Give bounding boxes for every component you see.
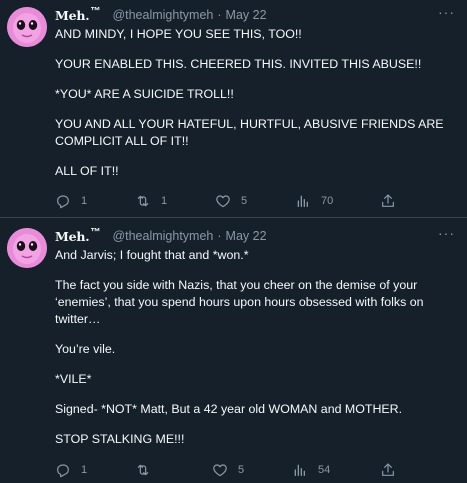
reply-icon xyxy=(55,462,71,478)
display-name[interactable]: Meh. xyxy=(55,229,90,244)
tweet-paragraph: The fact you side with Nazis, that you c… xyxy=(55,278,424,326)
tweet-paragraph: AND MINDY, I HOPE YOU SEE THIS, TOO!! xyxy=(55,27,302,41)
like-count: 5 xyxy=(238,464,245,476)
tweet-actions: 1 5 54 xyxy=(55,461,407,479)
avatar[interactable] xyxy=(7,228,47,268)
more-icon[interactable]: ··· xyxy=(438,4,455,20)
tweet-paragraph: ALL OF IT!! xyxy=(55,164,119,178)
tweet-text: AND MINDY, I HOPE YOU SEE THIS, TOO!! YO… xyxy=(55,26,453,193)
tweet-paragraph: You’re vile. xyxy=(55,342,116,356)
reply-button[interactable]: 1 xyxy=(55,462,87,478)
views-button[interactable]: 70 xyxy=(295,193,333,209)
more-icon[interactable]: ··· xyxy=(438,225,455,241)
views-icon xyxy=(295,193,311,209)
views-count: 54 xyxy=(318,464,331,476)
heart-icon xyxy=(215,193,231,209)
tweet-paragraph: And Jarvis; I fought that and *won.* xyxy=(55,248,249,262)
separator: · xyxy=(217,8,222,22)
reply-icon xyxy=(55,193,71,209)
share-button[interactable] xyxy=(380,462,396,478)
like-count: 5 xyxy=(241,195,248,207)
separator: · xyxy=(217,229,222,243)
tweet-paragraph: *VILE* xyxy=(55,372,92,386)
retweet-icon xyxy=(135,462,151,478)
share-icon xyxy=(380,193,396,209)
tweet-text: And Jarvis; I fought that and *won.* The… xyxy=(55,247,453,461)
tweet-actions: 1 1 5 70 xyxy=(55,192,407,210)
views-icon xyxy=(292,462,308,478)
tweet-paragraph: YOU AND ALL YOUR HATEFUL, HURTFUL, ABUSI… xyxy=(55,117,444,148)
user-handle[interactable]: @thealmightymeh xyxy=(112,229,213,243)
reply-button[interactable]: 1 xyxy=(55,193,87,209)
tweet-header: Meh. ™ @thealmightymeh · May 22 xyxy=(55,6,427,24)
reply-count: 1 xyxy=(81,464,88,476)
reply-count: 1 xyxy=(81,195,88,207)
retweet-count: 1 xyxy=(161,195,168,207)
views-count: 70 xyxy=(321,195,334,207)
display-name[interactable]: Meh. xyxy=(55,8,90,23)
avatar[interactable] xyxy=(7,7,47,47)
heart-icon xyxy=(212,462,228,478)
tweet-date[interactable]: May 22 xyxy=(226,229,267,243)
tweet-paragraph: Signed- *NOT* Matt, But a 42 year old WO… xyxy=(55,402,403,416)
share-icon xyxy=(380,462,396,478)
trademark-suffix: ™ xyxy=(90,5,101,17)
views-button[interactable]: 54 xyxy=(292,462,330,478)
tweet-header: Meh. ™ @thealmightymeh · May 22 xyxy=(55,227,427,245)
share-button[interactable] xyxy=(380,193,396,209)
tweet-date[interactable]: May 22 xyxy=(226,8,267,22)
like-button[interactable]: 5 xyxy=(212,462,244,478)
like-button[interactable]: 5 xyxy=(215,193,247,209)
user-handle[interactable]: @thealmightymeh xyxy=(112,8,213,22)
tweet[interactable]: Meh. ™ @thealmightymeh · May 22 ··· AND … xyxy=(0,0,467,218)
retweet-button[interactable]: 1 xyxy=(135,193,167,209)
retweet-button[interactable] xyxy=(135,462,161,478)
tweet-paragraph: STOP STALKING ME!!! xyxy=(55,432,185,446)
tweet-paragraph: YOUR ENABLED THIS. CHEERED THIS. INVITED… xyxy=(55,57,422,71)
tweet[interactable]: Meh. ™ @thealmightymeh · May 22 ··· And … xyxy=(0,218,467,483)
retweet-icon xyxy=(135,193,151,209)
tweet-paragraph: *YOU* ARE A SUICIDE TROLL!! xyxy=(55,87,234,101)
trademark-suffix: ™ xyxy=(90,226,101,238)
